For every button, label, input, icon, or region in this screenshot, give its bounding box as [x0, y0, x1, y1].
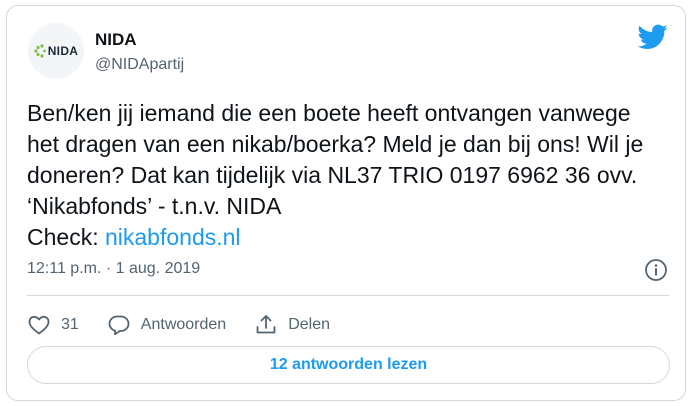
tweet-text: Ben/ken jij iemand die een boete heeft o… [27, 98, 667, 253]
logo-dots-icon [34, 44, 46, 58]
twitter-bird-icon[interactable] [638, 24, 668, 50]
divider [27, 295, 669, 296]
read-replies-button[interactable]: 12 antwoorden lezen [27, 346, 670, 384]
nida-logo: NIDA [34, 44, 79, 58]
read-replies-label: 12 antwoorden lezen [269, 356, 428, 373]
like-button[interactable]: 31 [27, 313, 79, 337]
share-button[interactable]: Delen [254, 313, 330, 337]
tweet-card[interactable]: NIDA NIDA @NIDApartij Ben/ken jij iemand… [6, 5, 686, 401]
avatar[interactable]: NIDA [28, 23, 84, 79]
author-name[interactable]: NIDA [95, 30, 137, 50]
share-label: Delen [288, 316, 330, 333]
check-label: Check: [27, 224, 105, 250]
action-bar: 31 Antwoorden Delen [27, 308, 358, 342]
reply-label: Antwoorden [140, 316, 227, 333]
avatar-logo-text: NIDA [47, 44, 79, 58]
reply-button[interactable]: Antwoorden [107, 313, 226, 337]
nikabfonds-link[interactable]: nikabfonds.nl [105, 224, 241, 250]
author-handle[interactable]: @NIDApartij [95, 56, 184, 74]
speech-bubble-icon [108, 315, 130, 336]
like-count: 31 [61, 316, 79, 333]
share-upload-icon [256, 315, 276, 334]
tweet-timestamp[interactable]: 12:11 p.m. · 1 aug. 2019 [27, 260, 200, 278]
info-icon[interactable] [644, 258, 668, 282]
heart-icon [28, 315, 50, 335]
tweet-body: Ben/ken jij iemand die een boete heeft o… [27, 100, 644, 219]
